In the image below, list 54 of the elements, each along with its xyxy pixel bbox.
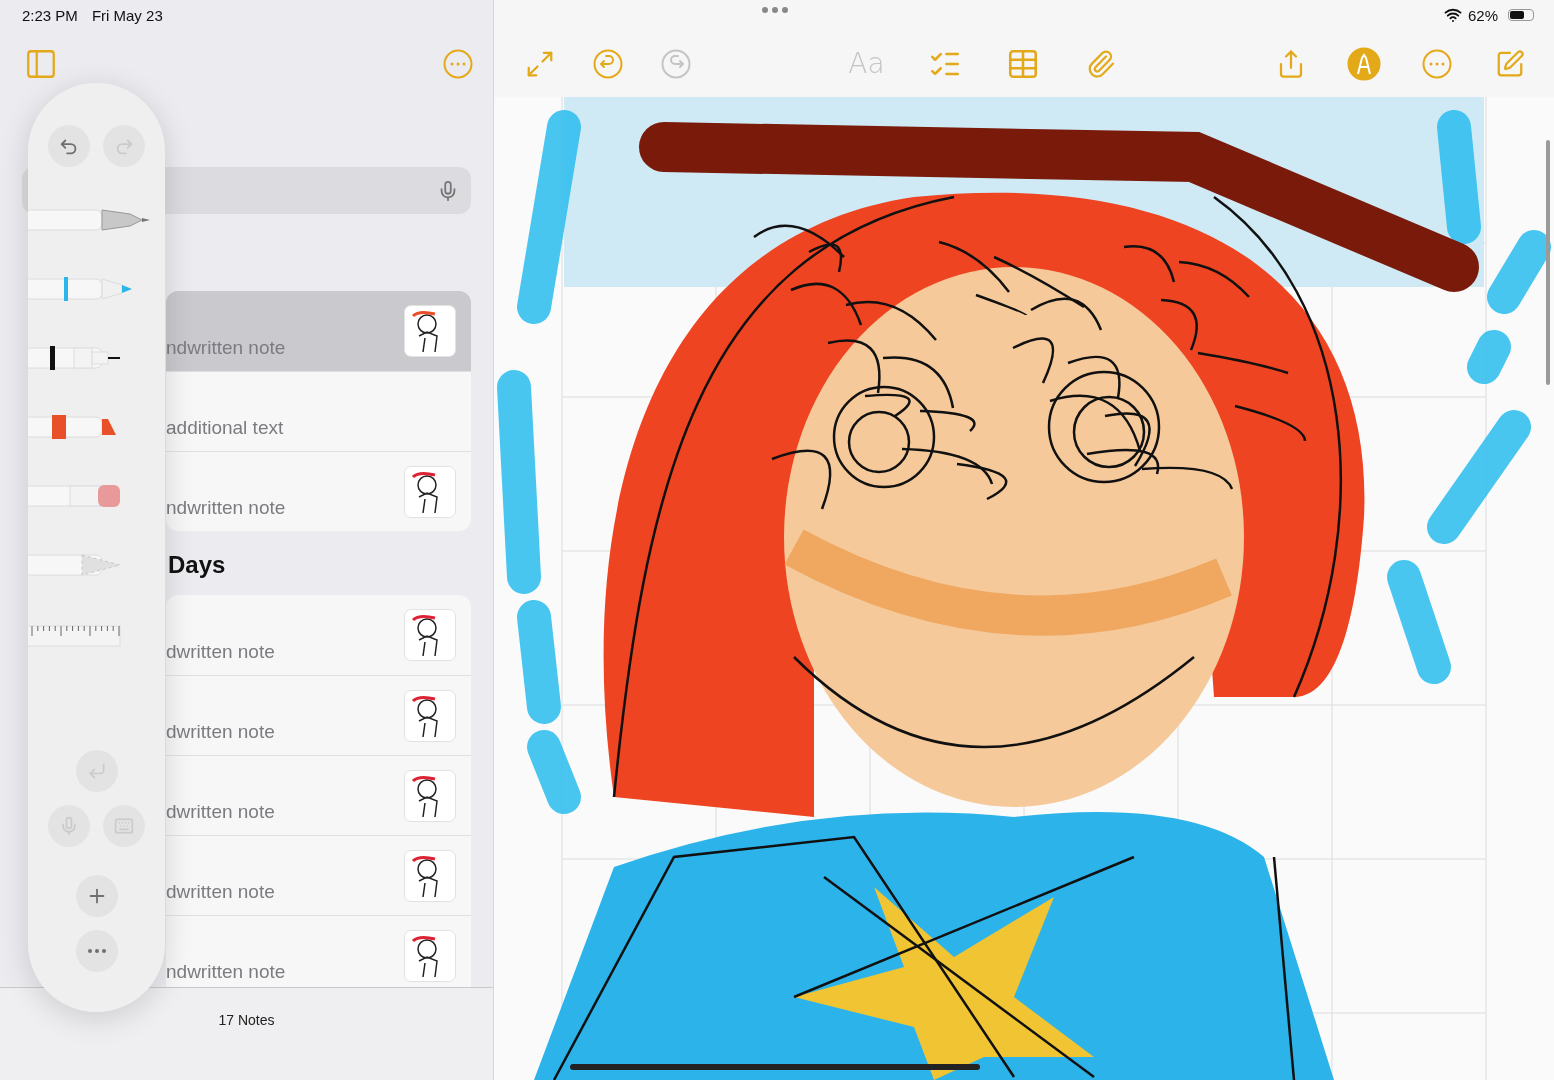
return-button[interactable] [75, 750, 118, 792]
undo-icon [593, 48, 623, 79]
note-snippet: dwritten note [166, 721, 275, 743]
notes-count: 17 Notes [218, 1012, 275, 1030]
ruler-drawing[interactable] [28, 625, 121, 646]
note-thumbnail [404, 609, 456, 661]
keyboard-icon [114, 816, 134, 836]
note-thumbnail [404, 466, 456, 518]
marker-drawing[interactable] [28, 414, 116, 439]
return-icon [86, 761, 107, 781]
multitasking-dots[interactable] [762, 7, 788, 13]
status-time: 2:23 PM [22, 6, 78, 24]
palette-more-button[interactable] [75, 930, 118, 972]
section-heading: Days [168, 550, 226, 580]
add-button[interactable] [75, 875, 118, 917]
note-snippet: dwritten note [166, 881, 275, 903]
microphone-icon [59, 816, 79, 836]
note-thumbnail [404, 770, 456, 822]
note-thumbnail [404, 930, 456, 982]
note-row[interactable]: ndwritten note [166, 451, 471, 531]
palette-undo-button[interactable] [48, 125, 90, 167]
more-icon [1422, 48, 1452, 79]
note-thumbnail [404, 850, 456, 902]
status-date: Fri May 23 [91, 6, 163, 24]
note-thumbnail [404, 305, 456, 357]
note-row[interactable]: dwritten note [166, 755, 471, 835]
note-thumbnail [404, 690, 456, 742]
note-snippet: ndwritten note [166, 337, 286, 359]
more-button[interactable] [443, 49, 473, 79]
note-row[interactable]: dwritten note [166, 675, 471, 755]
sidebar-toggle-button[interactable] [24, 47, 58, 81]
compose-icon [1495, 48, 1525, 79]
pen-drawing[interactable] [28, 276, 132, 301]
wifi-icon [1443, 6, 1462, 24]
note-snippet: ndwritten note [166, 961, 286, 983]
eraser-drawing[interactable] [28, 484, 120, 507]
note-snippet: additional text [166, 417, 284, 439]
note-row[interactable]: dwritten note [166, 595, 471, 675]
note-snippet: dwritten note [166, 801, 275, 823]
battery-percent: 62% [1467, 6, 1498, 24]
note-row[interactable]: additional text [166, 371, 471, 451]
note-row[interactable]: ndwritten note [166, 291, 471, 371]
note-snippet: ndwritten note [166, 497, 286, 519]
redo-icon [661, 48, 691, 79]
pen-tip-icon [1347, 46, 1381, 81]
battery-icon [1508, 9, 1534, 21]
more-icon [87, 949, 106, 953]
lasso-drawing[interactable] [28, 554, 121, 575]
note-snippet: dwritten note [166, 641, 275, 663]
keyboard-button[interactable] [103, 805, 145, 847]
fineliner-drawing[interactable] [28, 345, 120, 370]
note-row[interactable]: dwritten note [166, 835, 471, 915]
dictation-button[interactable] [48, 805, 90, 847]
monoline-pen-drawing[interactable] [28, 209, 150, 230]
